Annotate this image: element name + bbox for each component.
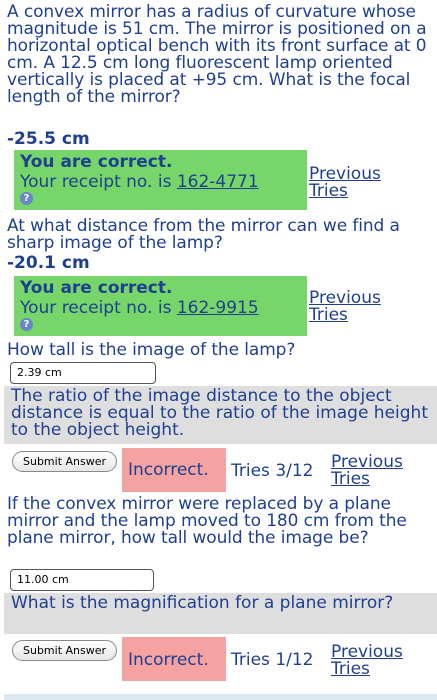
question-1-text: A convex mirror has a radius of curvatur…: [7, 2, 427, 107]
help-icon[interactable]: ?: [20, 192, 33, 205]
question-4-hint-box: What is the magnification for a plane mi…: [4, 593, 437, 634]
question-3-previous-tries-link[interactable]: Previous Tries: [331, 454, 421, 488]
question-1-receipt-line: Your receipt no. is 162-4771: [20, 172, 259, 192]
question-4-tries: Tries 1/12: [231, 650, 314, 670]
question-4-text: If the convex mirror were replaced by a …: [7, 494, 407, 548]
question-3-result: Incorrect.: [128, 460, 209, 480]
question-3-answer-input[interactable]: 2.39 cm: [10, 362, 156, 384]
question-1-correct-box: You are correct. Your receipt no. is 162…: [14, 150, 307, 210]
question-4-submit-button[interactable]: Submit Answer: [12, 640, 118, 661]
question-3-submit-button[interactable]: Submit Answer: [12, 451, 118, 472]
question-4-incorrect-box: Incorrect.: [122, 637, 226, 681]
question-1-status: You are correct.: [20, 152, 173, 172]
question-3-text: How tall is the image of the lamp?: [7, 340, 296, 360]
question-4-result: Incorrect.: [128, 650, 209, 670]
bottom-divider: [4, 694, 437, 700]
question-3-tries: Tries 3/12: [231, 461, 314, 481]
question-1-answer: -25.5 cm: [7, 129, 90, 149]
question-2-answer: -20.1 cm: [7, 253, 90, 273]
question-2-receipt-link[interactable]: 162-9915: [177, 298, 259, 318]
question-2-receipt-line: Your receipt no. is 162-9915: [20, 298, 259, 318]
question-1-previous-tries-link[interactable]: Previous Tries: [309, 166, 399, 200]
receipt-prefix: Your receipt no. is: [20, 172, 177, 192]
question-2-correct-box: You are correct. Your receipt no. is 162…: [14, 276, 307, 336]
question-4-answer-input[interactable]: 11.00 cm: [10, 569, 154, 591]
question-4-hint-text: What is the magnification for a plane mi…: [11, 593, 394, 613]
question-4-previous-tries-link[interactable]: Previous Tries: [331, 644, 421, 678]
question-3-incorrect-box: Incorrect.: [122, 448, 226, 492]
question-2-text: At what distance from the mirror can we …: [7, 216, 400, 253]
question-3-hint-text: The ratio of the image distance to the o…: [11, 386, 428, 440]
question-2-previous-tries-link[interactable]: Previous Tries: [309, 290, 399, 324]
help-icon[interactable]: ?: [20, 318, 33, 331]
question-3-hint-box: The ratio of the image distance to the o…: [4, 386, 437, 444]
question-1-receipt-link[interactable]: 162-4771: [177, 172, 259, 192]
question-2-status: You are correct.: [20, 278, 173, 298]
receipt-prefix: Your receipt no. is: [20, 298, 177, 318]
